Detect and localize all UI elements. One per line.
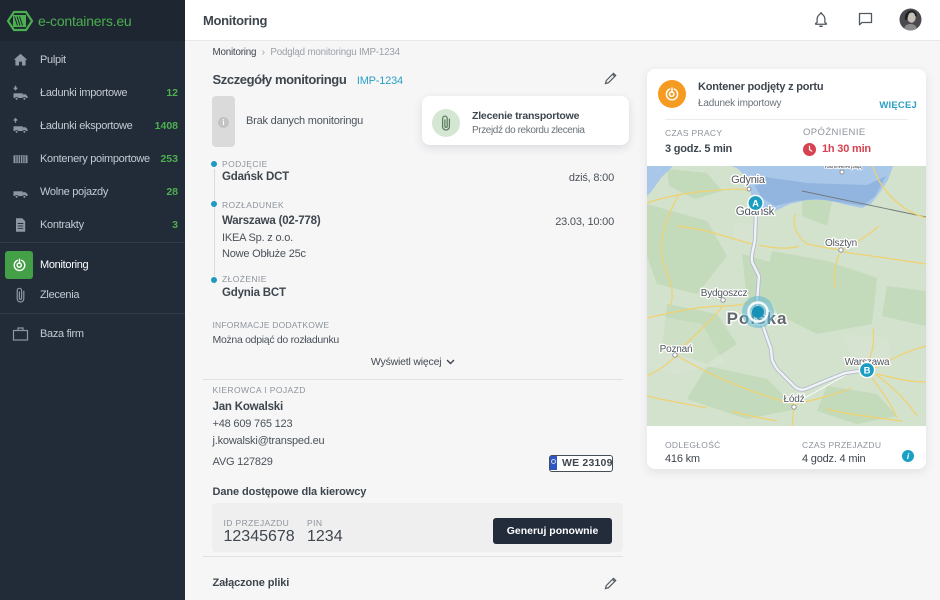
svg-text:B: B [864, 366, 871, 377]
svg-text:A: A [752, 199, 759, 210]
svg-text:Łódź: Łódź [784, 394, 805, 405]
svg-text:Калининград: Калининград [825, 166, 862, 170]
svg-text:Gdynia: Gdynia [731, 174, 766, 186]
svg-text:Bydgoszcz: Bydgoszcz [701, 288, 748, 299]
